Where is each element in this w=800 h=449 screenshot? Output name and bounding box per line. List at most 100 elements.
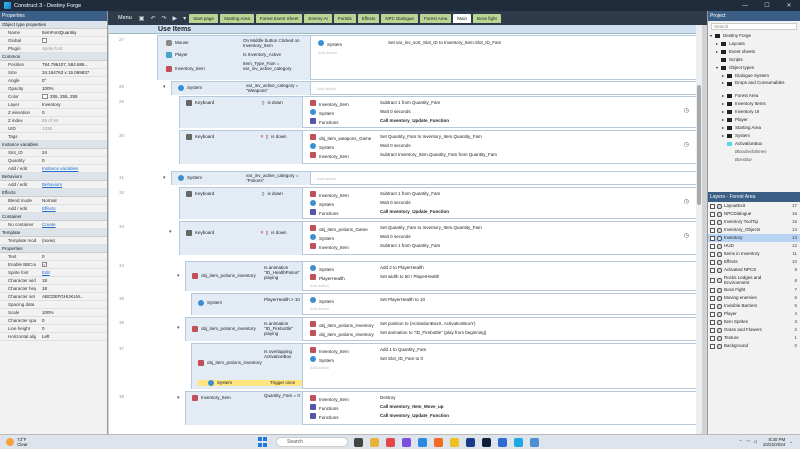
lock-icon[interactable] — [717, 343, 722, 349]
action-object[interactable]: Functions — [319, 406, 339, 411]
visibility-checkbox[interactable] — [710, 327, 715, 333]
undo-icon[interactable]: ↶ — [147, 15, 158, 22]
lock-icon[interactable] — [717, 267, 722, 273]
edge-icon[interactable] — [418, 437, 427, 447]
visibility-checkbox[interactable] — [710, 277, 715, 283]
condition-object[interactable]: System — [187, 175, 202, 181]
action-text[interactable]: Wait 0 seconds — [380, 234, 411, 240]
condition-text[interactable]: Is animation "ID_Firebottle" playing — [264, 321, 302, 336]
layer-row[interactable]: Rocks Ledges and Environment 8 — [708, 274, 800, 286]
condition-object[interactable]: System — [207, 300, 222, 306]
launcher-icon[interactable] — [482, 437, 491, 447]
group-header[interactable]: Use Items — [109, 25, 702, 34]
lock-icon[interactable] — [717, 227, 722, 233]
lock-icon[interactable] — [717, 335, 722, 341]
maximize-button[interactable]: ☐ — [756, 2, 778, 9]
action-object[interactable]: Functions — [319, 211, 339, 216]
action-text[interactable]: Set Quantity_Fam to Inventory_Item.Quant… — [380, 134, 482, 140]
condition-text[interactable]: is down — [267, 191, 282, 197]
app-icon[interactable] — [530, 437, 539, 447]
condition-text[interactable]: Quantity_Fam = 0 — [264, 393, 302, 398]
action-object[interactable]: System — [319, 202, 334, 207]
tree-item-object-types[interactable]: ▾ Object types — [708, 64, 800, 72]
condition-object[interactable]: Keyboard — [195, 100, 214, 106]
condition-text[interactable]: Trigger once — [270, 380, 295, 386]
action-object[interactable]: System — [319, 299, 334, 304]
tree-item-inventory-ui[interactable]: ▸ Inventory UI — [708, 108, 800, 116]
project-search-input[interactable]: Search — [711, 23, 797, 30]
event-block[interactable]: Inventory_Item Quantity_Fam = 0 Inventor… — [185, 391, 698, 425]
condition-object[interactable]: Inventory_Item — [201, 395, 231, 401]
construct-taskbar-icon[interactable] — [514, 437, 523, 447]
prop-add-edit-effects[interactable]: Add / edit Effects — [0, 205, 107, 213]
tree-item-event-sheets[interactable]: ▸ Event sheets — [708, 48, 800, 56]
common-section[interactable]: Common — [0, 53, 107, 61]
condition-text[interactable]: Is Inventory_Active — [243, 52, 281, 58]
lock-icon[interactable] — [717, 287, 722, 293]
tab-enemy-ai[interactable]: Enemy AI — [304, 13, 332, 23]
effects-link[interactable]: Effects — [36, 205, 107, 212]
action-text[interactable]: Set PlayerHealth to 10 — [380, 297, 425, 303]
tab-effects[interactable]: Effects — [357, 13, 380, 23]
condition-text[interactable]: is down — [271, 230, 286, 236]
action-text[interactable]: Call Inventory_Update_Function — [380, 118, 449, 124]
notification-bell-icon[interactable]: ◔ — [789, 440, 792, 445]
event-block[interactable]: Mouse On Middle button Clicked on Invent… — [157, 35, 698, 80]
condition-text[interactable]: Item_Type_Fam = var_inv_active_category — [243, 61, 307, 71]
prop-value[interactable]: 0 — [36, 325, 107, 332]
prop-value[interactable]: Normal — [36, 197, 107, 204]
lock-icon[interactable] — [717, 311, 722, 317]
prop-sprite-font[interactable]: Sprite font Edit — [0, 269, 107, 277]
prop-template-mode[interactable]: Template mode (none) — [0, 237, 107, 245]
event-block[interactable]: Keyboard ✕ ▯ is down obj_item_weapons_Game… — [179, 130, 698, 164]
prop-no-container[interactable]: No container Create — [0, 221, 107, 229]
add-action-link[interactable]: Add action — [310, 365, 329, 370]
office-icon[interactable] — [434, 437, 443, 447]
layer-row[interactable]: Activated NPCS 9 — [708, 266, 800, 274]
condition-object[interactable]: Keyboard — [195, 191, 214, 197]
sticky-notes-icon[interactable] — [450, 437, 459, 447]
action-text[interactable]: Subtract Inventory_Item.Quantity_Fam fro… — [380, 152, 497, 158]
tree-item-layouts[interactable]: ▸ Layouts — [708, 40, 800, 48]
collapse-icon[interactable]: ▾ — [169, 229, 172, 235]
add-action-link[interactable]: Add action — [310, 283, 329, 288]
prop-line-height[interactable]: Line height 0 — [0, 325, 107, 333]
action-object[interactable]: obj_item_potions_inventory — [319, 323, 374, 328]
prop-character-set[interactable]: Character set ABCDEFGHIJKLM... — [0, 293, 107, 301]
event-sheet-scrollbar[interactable] — [696, 25, 702, 434]
prop-position[interactable]: Position 784.796107, 584.886... — [0, 61, 107, 69]
prop-text[interactable]: Text 0 — [0, 253, 107, 261]
action-object[interactable]: obj_item_weapons_Game — [319, 136, 371, 141]
debug-icon[interactable]: ▾ — [180, 15, 189, 22]
prop-value[interactable]: ItemFontQuantity — [36, 29, 107, 36]
menu-button[interactable]: Menu — [114, 15, 136, 21]
prop-tags[interactable]: Tags — [0, 133, 107, 141]
chevron-up-icon[interactable]: ⌃ — [739, 439, 743, 445]
layer-row[interactable]: Inventory_Objects 14 — [708, 226, 800, 234]
prop-character-height[interactable]: Character height18 — [0, 285, 107, 293]
lock-icon[interactable] — [717, 277, 722, 283]
behaviors-link[interactable]: Behaviors — [36, 181, 107, 188]
tree-item-drops[interactable]: ▸ Drops and Consumables — [708, 80, 800, 92]
action-object[interactable]: Inventory_Item — [319, 193, 349, 198]
condition-object[interactable]: Player — [175, 52, 188, 58]
bbcode-checkbox[interactable] — [42, 262, 47, 268]
action-text[interactable]: Subtract 1 from Quantity_Fam — [380, 100, 440, 106]
prop-value[interactable]: 255, 255, 255 — [50, 94, 78, 99]
prop-name[interactable]: Name ItemFontQuantity — [0, 29, 107, 37]
lock-icon[interactable] — [717, 303, 722, 309]
condition-object[interactable]: Keyboard — [195, 230, 214, 236]
action-text[interactable]: Set position to (ActivationBoxX, Activat… — [380, 321, 476, 327]
visibility-checkbox[interactable] — [710, 303, 715, 309]
prop-global[interactable]: Global — [0, 37, 107, 45]
scrollbar-thumb[interactable] — [697, 85, 701, 205]
layer-row[interactable]: Inventory ToolTip 15 — [708, 218, 800, 226]
layer-row[interactable]: Player 4 — [708, 310, 800, 318]
condition-text[interactable]: var_inv_active_category = "Weapons" — [246, 83, 310, 93]
prop-spacing-data[interactable]: Spacing data — [0, 301, 107, 309]
prop-layer[interactable]: Layer Inventory — [0, 101, 107, 109]
visibility-checkbox[interactable] — [710, 335, 715, 341]
condition-object[interactable]: obj_item_potions_inventory — [207, 360, 262, 366]
layer-row[interactable]: Effects 10 — [708, 258, 800, 266]
visibility-checkbox[interactable] — [710, 267, 715, 273]
